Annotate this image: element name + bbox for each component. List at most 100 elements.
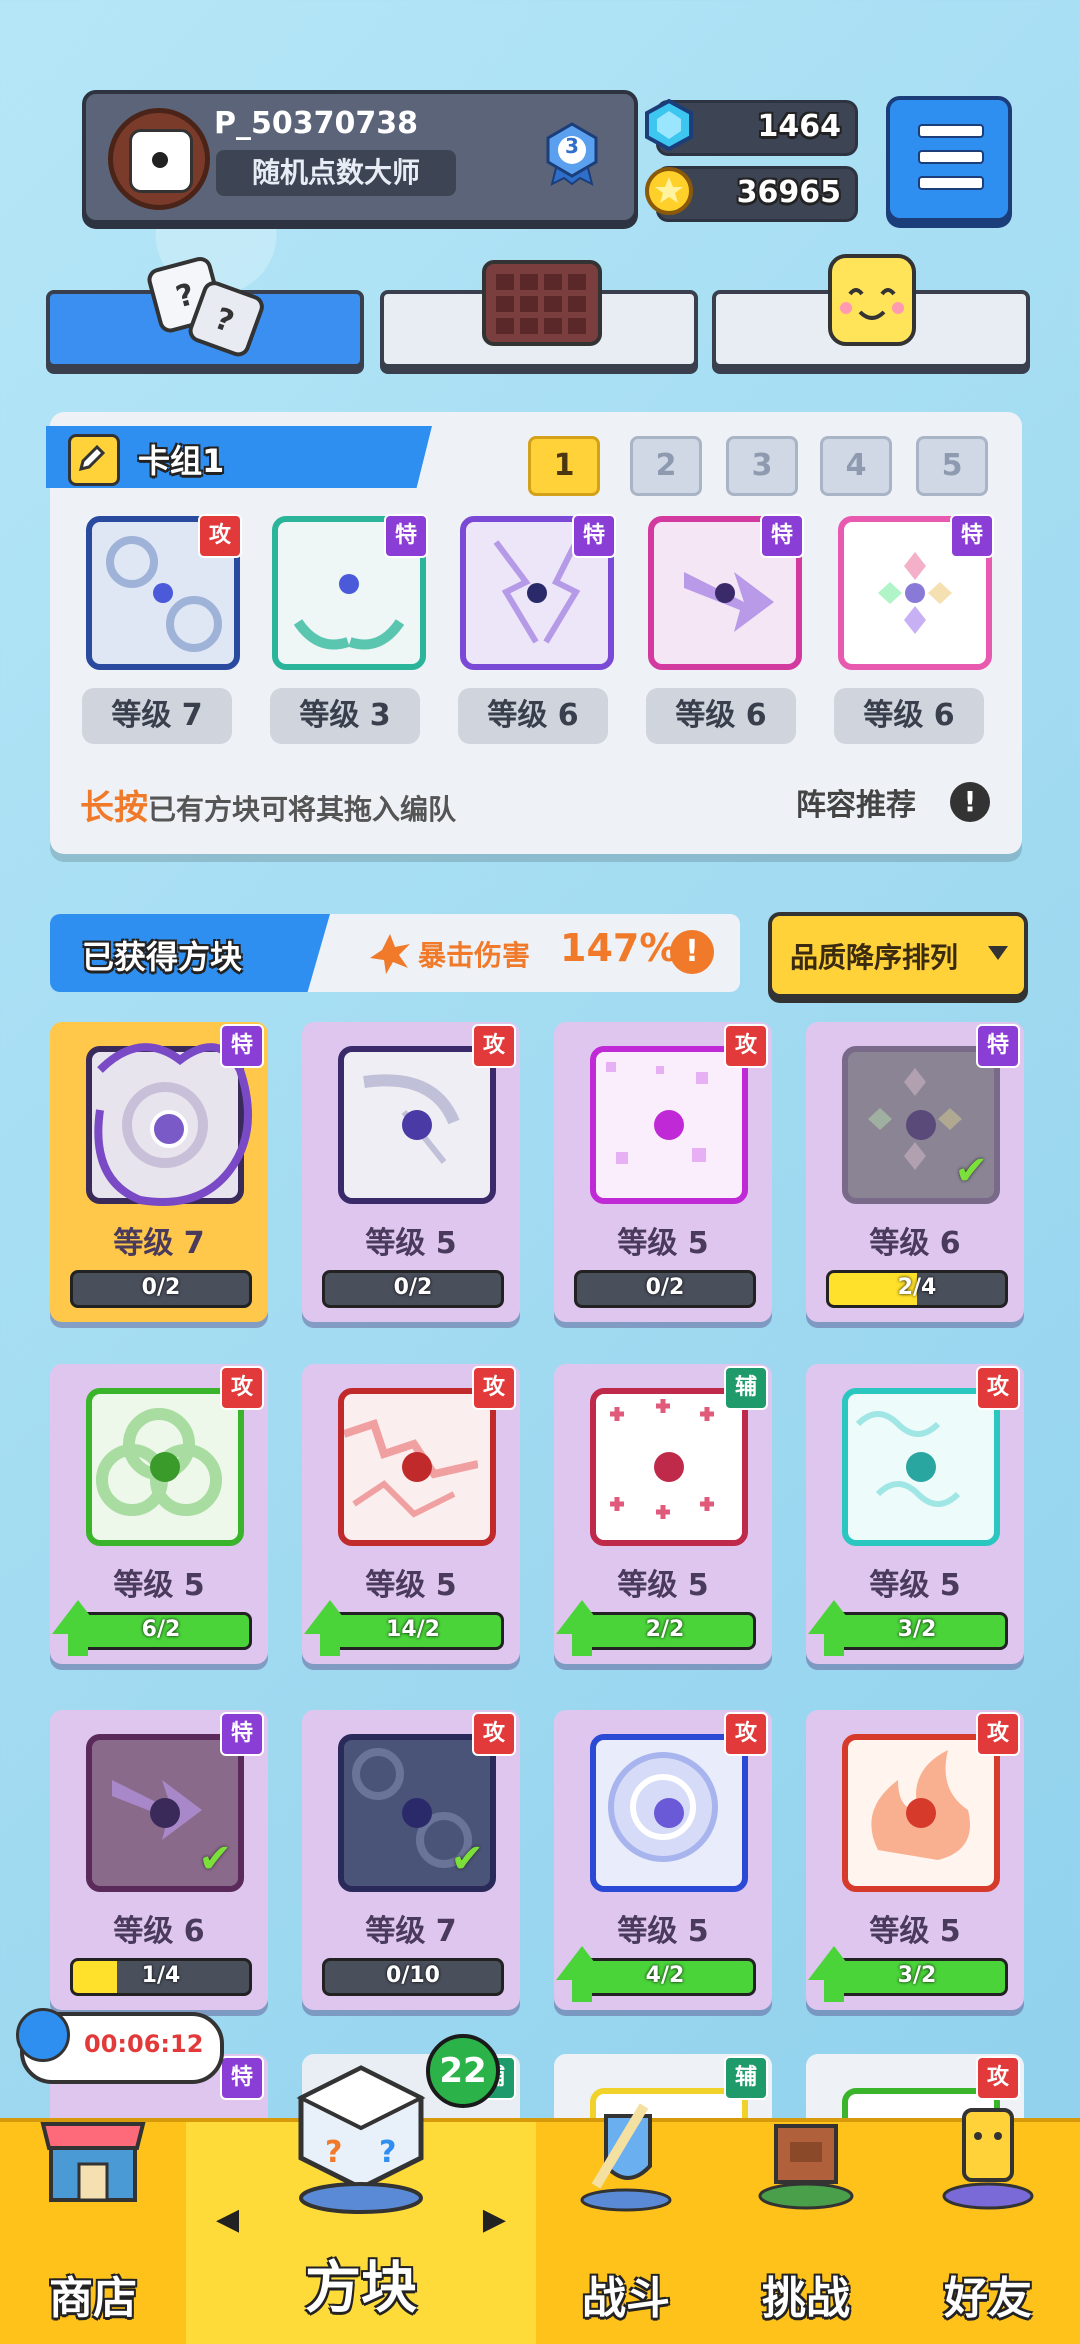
upgrade-arrow-icon[interactable] bbox=[556, 1946, 608, 2002]
owned-title-bar: 已获得方块 bbox=[50, 914, 330, 992]
pip bbox=[654, 1110, 684, 1140]
deck-panel: 卡组1 1 2 3 4 5 攻 等级 7 特 等级 3 特 等级 6 特 等级 … bbox=[46, 412, 1022, 854]
upgrade-arrow-icon[interactable] bbox=[556, 1600, 608, 1656]
block-level: 等级 7 bbox=[113, 1226, 205, 1261]
deck-card[interactable]: 特 bbox=[648, 514, 804, 670]
nav-battle[interactable]: 战斗 bbox=[536, 2103, 716, 2344]
deck-tab-2[interactable]: 2 bbox=[630, 436, 702, 496]
upgrade-arrow-icon[interactable] bbox=[52, 1600, 104, 1656]
upgrade-arrow-icon[interactable] bbox=[808, 1600, 860, 1656]
block-card[interactable]: 攻 等级 5 0/2 bbox=[554, 1022, 772, 1322]
profile-card[interactable]: P_50370738 随机点数大师 3 bbox=[82, 90, 638, 224]
block-card[interactable]: ✔ 特 等级 6 2/4 bbox=[806, 1022, 1024, 1322]
block-level: 等级 5 bbox=[365, 1226, 457, 1261]
attack-badge: 攻 bbox=[724, 1024, 768, 1068]
block-card[interactable]: 攻 等级 5 14/2 bbox=[302, 1364, 520, 1664]
nav-challenge[interactable]: 挑战 bbox=[716, 2122, 896, 2344]
block-face bbox=[86, 1043, 252, 1206]
upgrade-arrow-icon[interactable] bbox=[808, 1946, 860, 2002]
gem-count: 1464 bbox=[757, 109, 842, 144]
block-card[interactable]: ✔ 攻 等级 7 0/10 bbox=[302, 1710, 520, 2010]
deck-card[interactable]: 特 bbox=[838, 514, 994, 670]
nav-blocks[interactable]: ?? ◀ ▶ 方块 bbox=[186, 2065, 536, 2344]
burst-icon bbox=[370, 934, 410, 974]
block-level: 等级 5 bbox=[113, 1568, 205, 1603]
block-card[interactable]: 攻 等级 5 0/2 bbox=[302, 1022, 520, 1322]
gem-counter[interactable]: 1464 bbox=[645, 99, 858, 156]
coin-counter[interactable]: 36965 bbox=[645, 166, 858, 222]
deck-tab-1[interactable]: 1 bbox=[528, 436, 600, 496]
attack-badge: 攻 bbox=[220, 1366, 264, 1410]
event-timer[interactable]: 00:06:12 bbox=[16, 2008, 224, 2084]
block-level: 等级 5 bbox=[617, 1226, 709, 1261]
block-level: 等级 7 bbox=[365, 1914, 457, 1949]
progress-bar: 1/4 bbox=[70, 1958, 252, 1996]
progress-text: 0/2 bbox=[645, 1275, 685, 1300]
attack-badge: 攻 bbox=[976, 1712, 1020, 1756]
pencil-icon[interactable] bbox=[68, 434, 120, 486]
progress-bar: 0/2 bbox=[574, 1270, 756, 1308]
pip bbox=[906, 1452, 936, 1482]
smiley-block-icon bbox=[828, 254, 916, 346]
avatar[interactable] bbox=[108, 108, 210, 210]
deck-card[interactable]: 特 bbox=[272, 514, 428, 670]
equipped-check-icon: ✔ bbox=[198, 1836, 232, 1882]
block-face bbox=[590, 1388, 748, 1546]
attack-badge: 攻 bbox=[976, 2056, 1020, 2100]
pip bbox=[654, 1452, 684, 1482]
castle-icon bbox=[758, 2124, 854, 2210]
shop-icon bbox=[40, 2122, 146, 2202]
nav-friends[interactable]: 好友 bbox=[896, 2108, 1080, 2344]
tab-board[interactable] bbox=[380, 260, 698, 368]
block-card[interactable]: 攻 等级 5 6/2 bbox=[50, 1364, 268, 1664]
block-card[interactable]: 特 等级 7 0/2 bbox=[50, 1022, 268, 1322]
deck-card[interactable]: 特 bbox=[460, 514, 616, 670]
deck-hint: 长按已有方块可将其拖入编队 bbox=[80, 780, 456, 829]
progress-bar: 0/2 bbox=[322, 1270, 504, 1308]
bottom-nav: 商店 ?? ◀ ▶ 方块 战斗 挑战 好友 bbox=[0, 2065, 1080, 2344]
nav-arrow-left-icon[interactable]: ◀ bbox=[216, 2202, 239, 2237]
nav-shop[interactable]: 商店 bbox=[0, 2122, 186, 2344]
deck-card-level: 等级 7 bbox=[82, 688, 232, 744]
menu-icon bbox=[918, 124, 984, 138]
nav-challenge-label: 挑战 bbox=[762, 2273, 850, 2324]
tab-dice[interactable]: ? ? bbox=[46, 256, 364, 368]
progress-bar: 0/10 bbox=[322, 1958, 504, 1996]
lineup-recommend[interactable]: 阵容推荐 bbox=[796, 780, 916, 824]
hint-text: 已有方块可将其拖入编队 bbox=[148, 793, 457, 826]
coin-count: 36965 bbox=[736, 175, 841, 210]
pip bbox=[402, 1452, 432, 1482]
tab-emote[interactable] bbox=[712, 254, 1030, 368]
nav-arrow-right-icon[interactable]: ▶ bbox=[483, 2202, 506, 2237]
sort-button[interactable]: 品质降序排列 bbox=[768, 912, 1028, 998]
block-face: ✔ bbox=[86, 1734, 244, 1892]
block-level: 等级 5 bbox=[869, 1914, 961, 1949]
sort-label: 品质降序排列 bbox=[790, 941, 959, 974]
attack-badge: 攻 bbox=[976, 1366, 1020, 1410]
crit-info-icon[interactable]: ! bbox=[670, 930, 714, 974]
deck-card-level: 等级 3 bbox=[270, 688, 420, 744]
block-card[interactable]: 攻 等级 5 3/2 bbox=[806, 1710, 1024, 2010]
block-card[interactable]: 辅 等级 5 2/2 bbox=[554, 1364, 772, 1664]
special-badge: 特 bbox=[572, 514, 616, 558]
block-card[interactable]: 攻 等级 5 3/2 bbox=[806, 1364, 1024, 1664]
menu-icon-line bbox=[918, 150, 984, 164]
pip bbox=[402, 1798, 432, 1828]
nav-friends-label: 好友 bbox=[944, 2273, 1032, 2324]
deck-tab-4[interactable]: 4 bbox=[820, 436, 892, 496]
attack-badge: 攻 bbox=[198, 514, 242, 558]
attack-badge: 攻 bbox=[472, 1024, 516, 1068]
info-icon[interactable]: ! bbox=[950, 782, 990, 822]
deck-tab-5[interactable]: 5 bbox=[916, 436, 988, 496]
menu-button[interactable] bbox=[886, 96, 1012, 222]
block-card[interactable]: 攻 等级 5 4/2 bbox=[554, 1710, 772, 2010]
owned-title: 已获得方块 bbox=[82, 938, 243, 976]
equipped-check-icon: ✔ bbox=[450, 1836, 484, 1882]
deck-card[interactable]: 攻 bbox=[86, 514, 242, 670]
deck-tab-3[interactable]: 3 bbox=[726, 436, 798, 496]
pip bbox=[402, 1110, 432, 1140]
block-card[interactable]: ✔ 特 等级 6 1/4 bbox=[50, 1710, 268, 2010]
deck-header[interactable]: 卡组1 bbox=[46, 426, 432, 488]
special-badge: 特 bbox=[220, 1712, 264, 1756]
upgrade-arrow-icon[interactable] bbox=[304, 1600, 356, 1656]
